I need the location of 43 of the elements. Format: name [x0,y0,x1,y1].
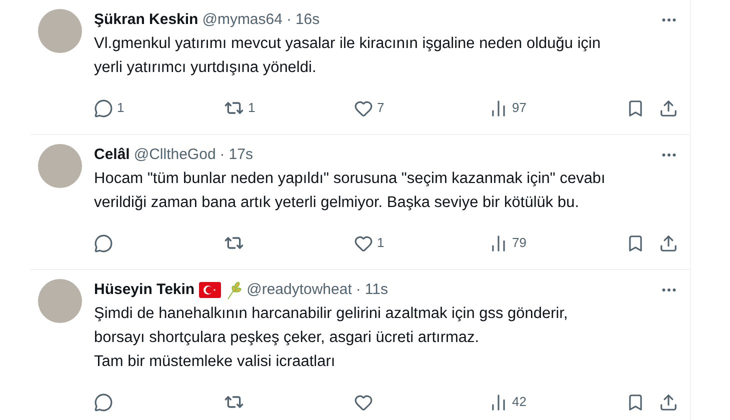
post-text-line: verildiği zaman bana artık yeterli gelmiyor. Başka seviye bir kötülük bu. [94,193,580,213]
share-icon[interactable] [659,98,678,118]
post-text-line: borsayı shortçulara peşkeş çeker, asgari ücreti artırmaz. [94,328,480,348]
bookmark-icon[interactable] [626,234,645,252]
post-text-line: yerli yatırımcı yurtdışına yöneldi. [94,58,316,78]
bookmark-icon[interactable] [626,392,645,412]
views-chart-icon[interactable] [489,234,508,252]
post-time[interactable]: 16s [295,8,320,32]
share-icon[interactable] [659,234,678,252]
reply-count: 1 [117,99,124,118]
user-name[interactable]: Hüseyin Tekin [94,278,195,302]
user-name[interactable]: Celâl [94,144,130,166]
separator-dot: · [286,10,292,30]
separator-dot: · [220,144,225,165]
post-text-line: Hocam "tüm bunlar neden yapıldı" sorusuna "seçim kazanmak için" cevabı [94,169,606,189]
post-text-line: Tam bir müstemleke valisi icraatları [94,352,336,372]
views-count: 79 [512,234,526,252]
flag-icon [198,282,221,298]
views-chart-icon[interactable] [489,392,508,412]
repost-count: 1 [248,99,256,118]
user-handle[interactable]: @readytowheat [246,278,352,302]
post-time[interactable]: 11s [364,278,388,302]
heart-icon[interactable] [354,98,373,118]
user-handle[interactable]: @ClltheGod [134,144,216,166]
views-count: 42 [512,393,526,412]
bookmark-icon[interactable] [626,98,645,118]
post-text-line: Şimdi de hanehalkının harcanabilir gelirini azaltmak için gss gönderir, [94,304,568,324]
wheat-icon [224,280,243,300]
like-count: 7 [377,99,384,118]
heart-icon[interactable] [354,392,373,412]
views-chart-icon[interactable] [489,98,508,118]
post-time[interactable]: 17s [228,144,253,166]
reply-icon[interactable] [94,392,113,412]
reply-icon[interactable] [94,234,113,252]
like-count: 1 [377,234,384,252]
user-name[interactable]: Şükran Keskin [94,8,198,32]
heart-icon[interactable] [354,234,373,252]
share-icon[interactable] [659,392,678,412]
separator-dot: · [356,280,361,300]
user-handle[interactable]: @mymas64 [202,8,282,32]
reply-icon[interactable] [94,98,113,118]
views-count: 97 [512,99,526,118]
post-text-line: Vl.gmenkul yatırımı mevcut yasalar ile kiracının işgaline neden olduğu için [94,34,601,54]
